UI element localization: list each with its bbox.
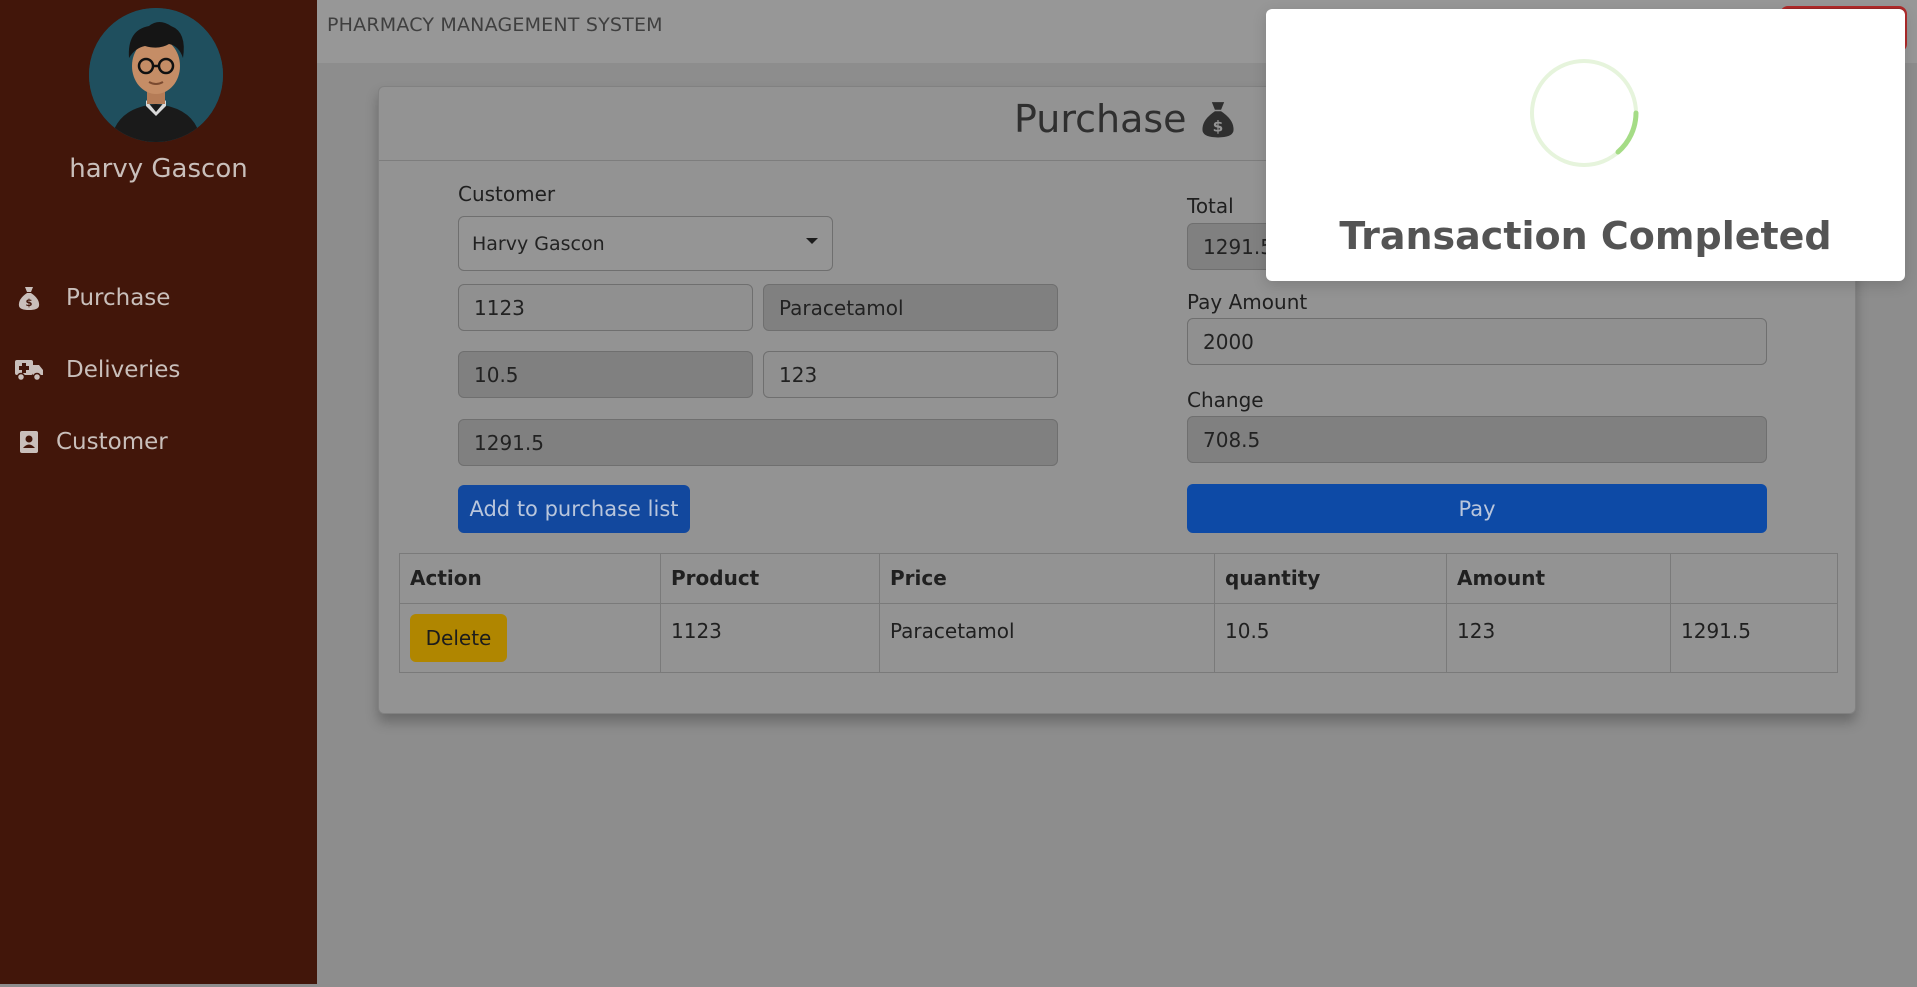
pay-amount-label: Pay Amount	[1187, 290, 1308, 314]
column-header-action: Action	[399, 553, 661, 604]
avatar-illustration	[89, 8, 223, 142]
amount-cell: 123	[1446, 603, 1671, 673]
svg-text:$: $	[1212, 117, 1223, 135]
money-bag-icon: $	[1199, 99, 1237, 139]
purchase-table: Action Product Price quantity Amount Del…	[399, 553, 1838, 673]
sidebar-item-label: Deliveries	[66, 357, 181, 383]
column-header-price: Price	[879, 553, 1215, 604]
total-label: Total	[1187, 194, 1234, 218]
price-cell: Paracetamol	[879, 603, 1215, 673]
product-cell: 1123	[660, 603, 880, 673]
add-to-purchase-list-button[interactable]: Add to purchase list	[458, 485, 690, 533]
delete-button[interactable]: Delete	[410, 614, 507, 662]
sidebar-item-customer[interactable]: Customer	[14, 427, 168, 457]
action-cell: Delete	[399, 603, 661, 673]
quantity-cell: 10.5	[1214, 603, 1447, 673]
avatar	[89, 8, 223, 142]
column-header-quantity: quantity	[1214, 553, 1447, 604]
contact-book-icon	[14, 427, 44, 457]
chevron-down-icon	[806, 238, 818, 244]
sidebar-item-label: Purchase	[66, 285, 171, 311]
pay-amount-input[interactable]: 2000	[1187, 318, 1767, 365]
product-code-input[interactable]: 1123	[458, 284, 753, 331]
sidebar-item-purchase[interactable]: $ Purchase	[14, 283, 170, 313]
sidebar-item-deliveries[interactable]: Deliveries	[14, 355, 180, 385]
table-header-row: Action Product Price quantity Amount	[399, 553, 1838, 604]
page-title-text: Purchase	[1014, 97, 1187, 141]
table-row: Delete 1123 Paracetamol 10.5 123 1291.5	[399, 603, 1838, 673]
sidebar-item-label: Customer	[56, 429, 168, 455]
pay-button[interactable]: Pay	[1187, 484, 1767, 533]
sidebar: harvy Gascon $ Purchase Deliveries Custo…	[0, 0, 317, 984]
customer-select[interactable]: Harvy Gascon	[458, 216, 833, 271]
user-name: harvy Gascon	[69, 154, 248, 184]
money-bag-icon: $	[14, 283, 44, 313]
transaction-modal: Transaction Completed	[1266, 9, 1905, 281]
loading-spinner-icon	[1530, 59, 1639, 167]
modal-title: Transaction Completed	[1339, 214, 1832, 258]
customer-label: Customer	[458, 182, 556, 206]
svg-text:$: $	[26, 298, 33, 309]
quantity-input[interactable]: 123	[763, 351, 1058, 398]
product-name-field: Paracetamol	[763, 284, 1058, 331]
column-header-amount: Amount	[1446, 553, 1671, 604]
app-title: PHARMACY MANAGEMENT SYSTEM	[327, 14, 663, 36]
extra-cell: 1291.5	[1670, 603, 1838, 673]
column-header-extra	[1670, 553, 1838, 604]
change-label: Change	[1187, 388, 1264, 412]
price-field: 10.5	[458, 351, 753, 398]
change-field: 708.5	[1187, 416, 1767, 463]
column-header-product: Product	[660, 553, 880, 604]
amount-field: 1291.5	[458, 419, 1058, 466]
page-title: Purchase $	[1014, 97, 1237, 141]
customer-select-value: Harvy Gascon	[472, 232, 605, 255]
truck-medical-icon	[14, 355, 44, 385]
